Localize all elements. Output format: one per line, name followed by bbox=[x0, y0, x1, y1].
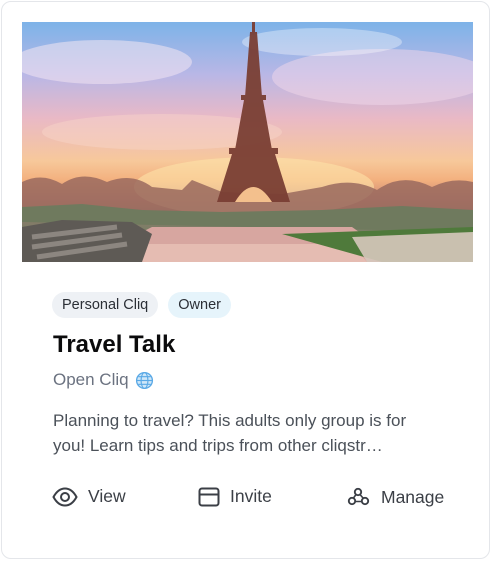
cliq-description: Planning to travel? This adults only gro… bbox=[53, 411, 407, 455]
card-icon bbox=[198, 487, 220, 506]
eiffel-tower-illustration bbox=[22, 22, 473, 262]
invite-button[interactable]: Invite bbox=[198, 486, 272, 507]
manage-icon bbox=[347, 487, 370, 506]
view-label: View bbox=[88, 486, 126, 506]
privacy-indicator: Open Cliq bbox=[53, 370, 154, 390]
cliq-title: Travel Talk bbox=[53, 331, 176, 358]
invite-label: Invite bbox=[230, 486, 272, 506]
tag-owner: Owner bbox=[168, 292, 231, 318]
tag-personal-cliq: Personal Cliq bbox=[52, 292, 159, 318]
manage-label: Manage bbox=[381, 486, 445, 507]
globe-icon bbox=[135, 371, 153, 389]
tag-list: Personal Cliq Owner bbox=[52, 292, 231, 318]
view-button[interactable]: View bbox=[52, 486, 126, 507]
privacy-label: Open Cliq bbox=[53, 370, 129, 389]
cover-image bbox=[22, 22, 473, 262]
eye-icon bbox=[52, 486, 78, 507]
manage-button[interactable]: Manage bbox=[347, 486, 444, 508]
cliq-card: Personal Cliq Owner Travel Talk Open Cli… bbox=[1, 1, 490, 559]
action-bar: View Invite Manage bbox=[52, 486, 452, 516]
